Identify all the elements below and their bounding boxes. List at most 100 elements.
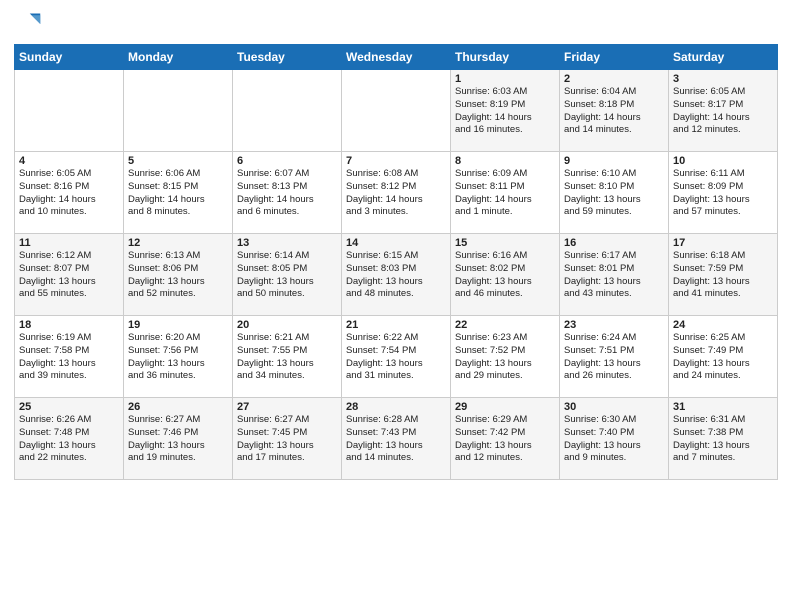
weekday-header-friday: Friday bbox=[560, 45, 669, 70]
week-row-1: 1Sunrise: 6:03 AM Sunset: 8:19 PM Daylig… bbox=[15, 70, 778, 152]
day-info: Sunrise: 6:30 AM Sunset: 7:40 PM Dayligh… bbox=[564, 414, 664, 465]
day-cell bbox=[233, 70, 342, 152]
day-info: Sunrise: 6:18 AM Sunset: 7:59 PM Dayligh… bbox=[673, 250, 773, 301]
week-row-3: 11Sunrise: 6:12 AM Sunset: 8:07 PM Dayli… bbox=[15, 234, 778, 316]
day-cell: 27Sunrise: 6:27 AM Sunset: 7:45 PM Dayli… bbox=[233, 398, 342, 480]
day-info: Sunrise: 6:29 AM Sunset: 7:42 PM Dayligh… bbox=[455, 414, 555, 465]
day-info: Sunrise: 6:21 AM Sunset: 7:55 PM Dayligh… bbox=[237, 332, 337, 383]
day-number: 13 bbox=[237, 237, 337, 249]
day-info: Sunrise: 6:20 AM Sunset: 7:56 PM Dayligh… bbox=[128, 332, 228, 383]
weekday-header-tuesday: Tuesday bbox=[233, 45, 342, 70]
logo bbox=[14, 10, 46, 38]
day-number: 27 bbox=[237, 401, 337, 413]
day-number: 22 bbox=[455, 319, 555, 331]
day-number: 4 bbox=[19, 155, 119, 167]
day-cell: 19Sunrise: 6:20 AM Sunset: 7:56 PM Dayli… bbox=[124, 316, 233, 398]
week-row-4: 18Sunrise: 6:19 AM Sunset: 7:58 PM Dayli… bbox=[15, 316, 778, 398]
day-number: 25 bbox=[19, 401, 119, 413]
day-number: 5 bbox=[128, 155, 228, 167]
day-number: 11 bbox=[19, 237, 119, 249]
day-cell bbox=[15, 70, 124, 152]
day-info: Sunrise: 6:23 AM Sunset: 7:52 PM Dayligh… bbox=[455, 332, 555, 383]
day-cell: 13Sunrise: 6:14 AM Sunset: 8:05 PM Dayli… bbox=[233, 234, 342, 316]
weekday-header-monday: Monday bbox=[124, 45, 233, 70]
day-cell: 4Sunrise: 6:05 AM Sunset: 8:16 PM Daylig… bbox=[15, 152, 124, 234]
day-cell: 7Sunrise: 6:08 AM Sunset: 8:12 PM Daylig… bbox=[342, 152, 451, 234]
day-info: Sunrise: 6:05 AM Sunset: 8:17 PM Dayligh… bbox=[673, 86, 773, 137]
day-number: 3 bbox=[673, 73, 773, 85]
day-cell: 29Sunrise: 6:29 AM Sunset: 7:42 PM Dayli… bbox=[451, 398, 560, 480]
day-number: 8 bbox=[455, 155, 555, 167]
day-number: 21 bbox=[346, 319, 446, 331]
day-info: Sunrise: 6:17 AM Sunset: 8:01 PM Dayligh… bbox=[564, 250, 664, 301]
day-number: 18 bbox=[19, 319, 119, 331]
day-cell: 12Sunrise: 6:13 AM Sunset: 8:06 PM Dayli… bbox=[124, 234, 233, 316]
day-number: 28 bbox=[346, 401, 446, 413]
day-cell: 8Sunrise: 6:09 AM Sunset: 8:11 PM Daylig… bbox=[451, 152, 560, 234]
day-number: 16 bbox=[564, 237, 664, 249]
day-info: Sunrise: 6:13 AM Sunset: 8:06 PM Dayligh… bbox=[128, 250, 228, 301]
day-number: 26 bbox=[128, 401, 228, 413]
day-number: 15 bbox=[455, 237, 555, 249]
day-cell: 5Sunrise: 6:06 AM Sunset: 8:15 PM Daylig… bbox=[124, 152, 233, 234]
day-cell: 31Sunrise: 6:31 AM Sunset: 7:38 PM Dayli… bbox=[669, 398, 778, 480]
weekday-header-row: SundayMondayTuesdayWednesdayThursdayFrid… bbox=[15, 45, 778, 70]
day-cell: 20Sunrise: 6:21 AM Sunset: 7:55 PM Dayli… bbox=[233, 316, 342, 398]
day-cell: 22Sunrise: 6:23 AM Sunset: 7:52 PM Dayli… bbox=[451, 316, 560, 398]
day-cell: 24Sunrise: 6:25 AM Sunset: 7:49 PM Dayli… bbox=[669, 316, 778, 398]
day-info: Sunrise: 6:16 AM Sunset: 8:02 PM Dayligh… bbox=[455, 250, 555, 301]
page: SundayMondayTuesdayWednesdayThursdayFrid… bbox=[0, 0, 792, 486]
day-info: Sunrise: 6:04 AM Sunset: 8:18 PM Dayligh… bbox=[564, 86, 664, 137]
day-info: Sunrise: 6:12 AM Sunset: 8:07 PM Dayligh… bbox=[19, 250, 119, 301]
day-cell: 21Sunrise: 6:22 AM Sunset: 7:54 PM Dayli… bbox=[342, 316, 451, 398]
day-cell bbox=[342, 70, 451, 152]
day-info: Sunrise: 6:28 AM Sunset: 7:43 PM Dayligh… bbox=[346, 414, 446, 465]
day-number: 10 bbox=[673, 155, 773, 167]
day-number: 30 bbox=[564, 401, 664, 413]
day-info: Sunrise: 6:31 AM Sunset: 7:38 PM Dayligh… bbox=[673, 414, 773, 465]
day-number: 17 bbox=[673, 237, 773, 249]
header-area bbox=[14, 10, 778, 38]
day-number: 31 bbox=[673, 401, 773, 413]
day-cell: 2Sunrise: 6:04 AM Sunset: 8:18 PM Daylig… bbox=[560, 70, 669, 152]
weekday-header-wednesday: Wednesday bbox=[342, 45, 451, 70]
day-info: Sunrise: 6:08 AM Sunset: 8:12 PM Dayligh… bbox=[346, 168, 446, 219]
day-info: Sunrise: 6:09 AM Sunset: 8:11 PM Dayligh… bbox=[455, 168, 555, 219]
day-number: 12 bbox=[128, 237, 228, 249]
day-cell: 28Sunrise: 6:28 AM Sunset: 7:43 PM Dayli… bbox=[342, 398, 451, 480]
day-number: 24 bbox=[673, 319, 773, 331]
day-info: Sunrise: 6:10 AM Sunset: 8:10 PM Dayligh… bbox=[564, 168, 664, 219]
day-cell: 26Sunrise: 6:27 AM Sunset: 7:46 PM Dayli… bbox=[124, 398, 233, 480]
day-cell: 6Sunrise: 6:07 AM Sunset: 8:13 PM Daylig… bbox=[233, 152, 342, 234]
day-number: 6 bbox=[237, 155, 337, 167]
day-number: 19 bbox=[128, 319, 228, 331]
day-number: 1 bbox=[455, 73, 555, 85]
day-number: 29 bbox=[455, 401, 555, 413]
day-info: Sunrise: 6:15 AM Sunset: 8:03 PM Dayligh… bbox=[346, 250, 446, 301]
day-cell: 30Sunrise: 6:30 AM Sunset: 7:40 PM Dayli… bbox=[560, 398, 669, 480]
logo-icon bbox=[14, 10, 42, 38]
day-info: Sunrise: 6:27 AM Sunset: 7:46 PM Dayligh… bbox=[128, 414, 228, 465]
day-info: Sunrise: 6:05 AM Sunset: 8:16 PM Dayligh… bbox=[19, 168, 119, 219]
calendar-table: SundayMondayTuesdayWednesdayThursdayFrid… bbox=[14, 44, 778, 480]
day-number: 9 bbox=[564, 155, 664, 167]
weekday-header-sunday: Sunday bbox=[15, 45, 124, 70]
day-cell: 9Sunrise: 6:10 AM Sunset: 8:10 PM Daylig… bbox=[560, 152, 669, 234]
day-cell: 18Sunrise: 6:19 AM Sunset: 7:58 PM Dayli… bbox=[15, 316, 124, 398]
day-info: Sunrise: 6:11 AM Sunset: 8:09 PM Dayligh… bbox=[673, 168, 773, 219]
day-info: Sunrise: 6:26 AM Sunset: 7:48 PM Dayligh… bbox=[19, 414, 119, 465]
day-cell bbox=[124, 70, 233, 152]
day-info: Sunrise: 6:03 AM Sunset: 8:19 PM Dayligh… bbox=[455, 86, 555, 137]
day-cell: 10Sunrise: 6:11 AM Sunset: 8:09 PM Dayli… bbox=[669, 152, 778, 234]
day-cell: 11Sunrise: 6:12 AM Sunset: 8:07 PM Dayli… bbox=[15, 234, 124, 316]
day-cell: 17Sunrise: 6:18 AM Sunset: 7:59 PM Dayli… bbox=[669, 234, 778, 316]
day-cell: 25Sunrise: 6:26 AM Sunset: 7:48 PM Dayli… bbox=[15, 398, 124, 480]
day-number: 7 bbox=[346, 155, 446, 167]
day-number: 23 bbox=[564, 319, 664, 331]
day-info: Sunrise: 6:25 AM Sunset: 7:49 PM Dayligh… bbox=[673, 332, 773, 383]
day-info: Sunrise: 6:06 AM Sunset: 8:15 PM Dayligh… bbox=[128, 168, 228, 219]
weekday-header-thursday: Thursday bbox=[451, 45, 560, 70]
day-number: 2 bbox=[564, 73, 664, 85]
day-number: 20 bbox=[237, 319, 337, 331]
weekday-header-saturday: Saturday bbox=[669, 45, 778, 70]
